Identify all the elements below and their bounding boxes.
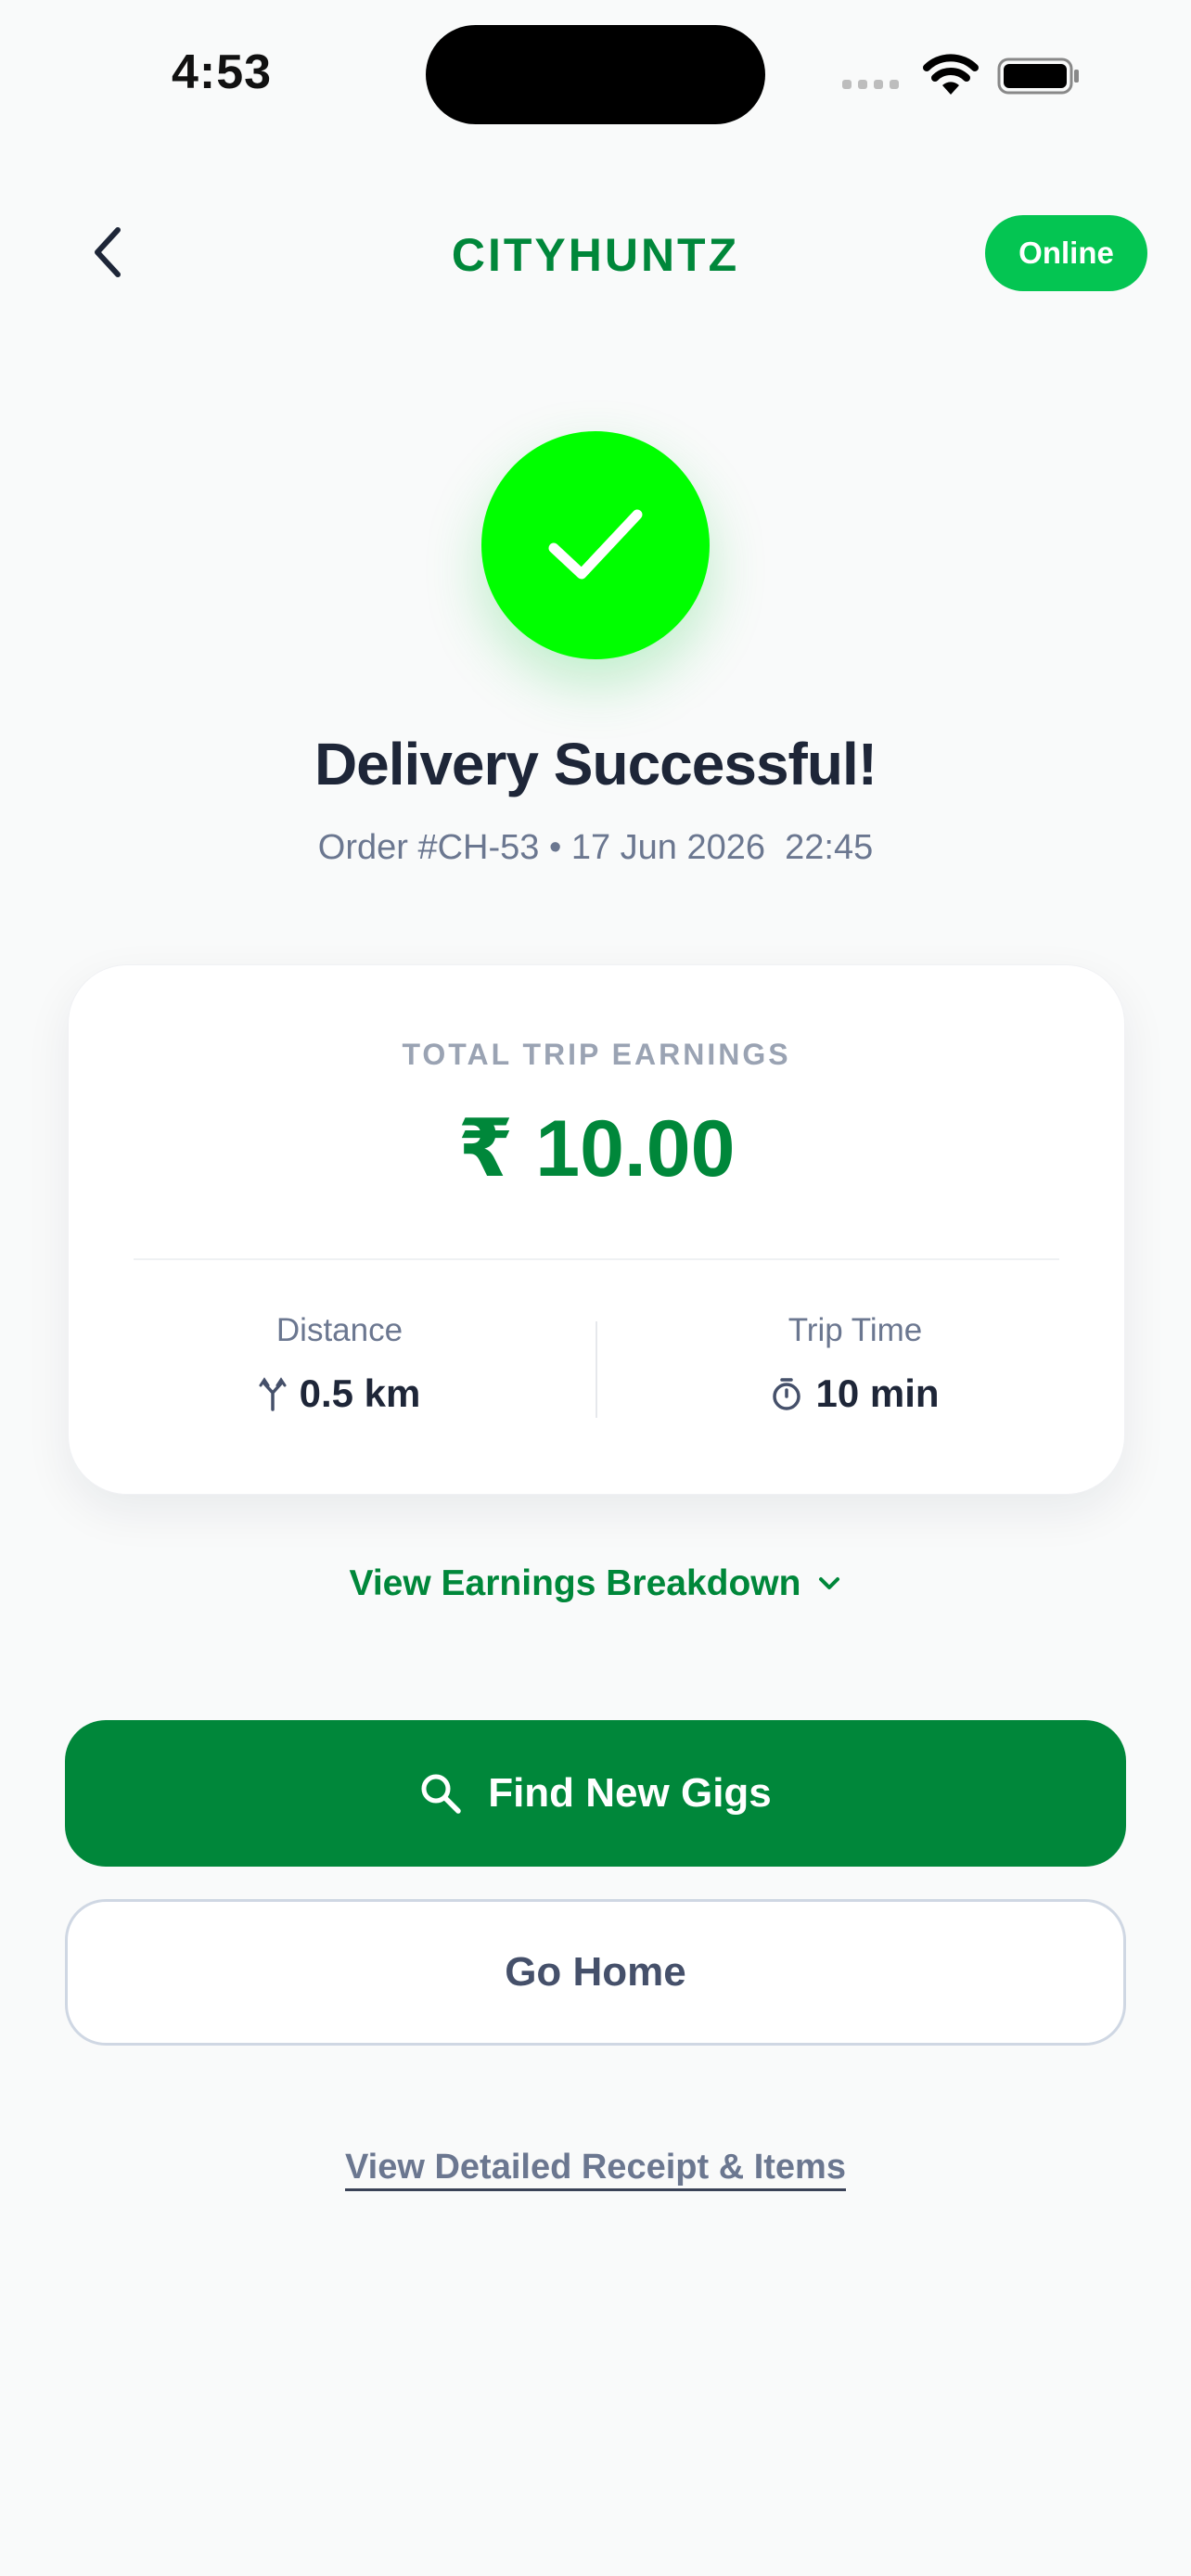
success-check-badge: [481, 431, 710, 659]
earnings-label: TOTAL TRIP EARNINGS: [402, 1038, 791, 1071]
page-title: Delivery Successful!: [314, 731, 877, 797]
breakdown-label: View Earnings Breakdown: [349, 1563, 801, 1603]
earnings-amount: ₹ 10.00: [457, 1104, 736, 1193]
chevron-down-icon: [819, 1577, 840, 1589]
trip-time-value: 10 min: [815, 1371, 940, 1415]
trip-time-label: Trip Time: [788, 1312, 923, 1348]
find-new-gigs-button[interactable]: Find New Gigs: [65, 1720, 1126, 1867]
stats-divider: [596, 1321, 597, 1418]
wifi-icon: [923, 54, 979, 95]
receipt-label: View Detailed Receipt & Items: [345, 2148, 846, 2191]
status-time: 4:53: [172, 45, 273, 99]
route-icon: [259, 1377, 287, 1411]
cellular-signal-icon: [842, 80, 899, 89]
stopwatch-icon: [773, 1378, 801, 1410]
order-info: Order #CH-53 • 17 Jun 2026 22:45: [317, 828, 874, 867]
distance-label: Distance: [275, 1312, 403, 1348]
distance-value: 0.5 km: [299, 1371, 421, 1415]
view-detailed-receipt-link[interactable]: View Detailed Receipt & Items: [0, 2148, 1191, 2191]
online-status-badge[interactable]: Online: [985, 215, 1147, 291]
battery-icon: [997, 57, 1079, 95]
card-divider: [134, 1258, 1059, 1260]
checkmark-icon: [548, 509, 643, 580]
trip-time-stat: Trip Time 10 min: [660, 1312, 1050, 1416]
view-earnings-breakdown-link[interactable]: View Earnings Breakdown: [0, 1563, 1191, 1604]
dynamic-island: [426, 25, 765, 124]
search-icon: [421, 1774, 461, 1814]
earnings-card: TOTAL TRIP EARNINGS ₹ 10.00 Distance 0.5…: [68, 964, 1125, 1495]
go-home-button[interactable]: Go Home: [65, 1899, 1126, 2046]
distance-stat: Distance 0.5 km: [145, 1312, 534, 1416]
find-new-gigs-label: Find New Gigs: [488, 1770, 772, 1816]
